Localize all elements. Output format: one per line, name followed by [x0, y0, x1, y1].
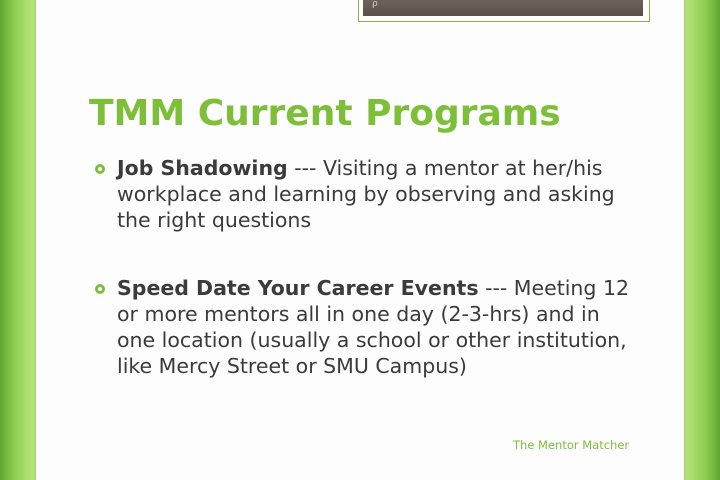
bullet-item-job-shadowing: Job Shadowing --- Visiting a mentor at h… [90, 155, 630, 233]
right-decorative-band [684, 0, 720, 480]
footer-text: The Mentor Matcher [513, 438, 630, 452]
bullet-heading: Speed Date Your Career Events [117, 276, 479, 300]
bullet-separator: --- [478, 276, 514, 300]
slide-title: TMM Current Programs [89, 93, 561, 134]
photo-detail-icon: ρ [372, 0, 378, 9]
circle-bullet-icon [95, 164, 105, 174]
bullet-separator: --- [287, 156, 323, 180]
header-photo [363, 0, 643, 16]
bullet-heading: Job Shadowing [117, 156, 288, 180]
bullet-item-speed-date: Speed Date Your Career Events --- Meetin… [90, 275, 630, 379]
circle-bullet-icon [95, 284, 105, 294]
bullet-list: Job Shadowing --- Visiting a mentor at h… [90, 155, 630, 421]
